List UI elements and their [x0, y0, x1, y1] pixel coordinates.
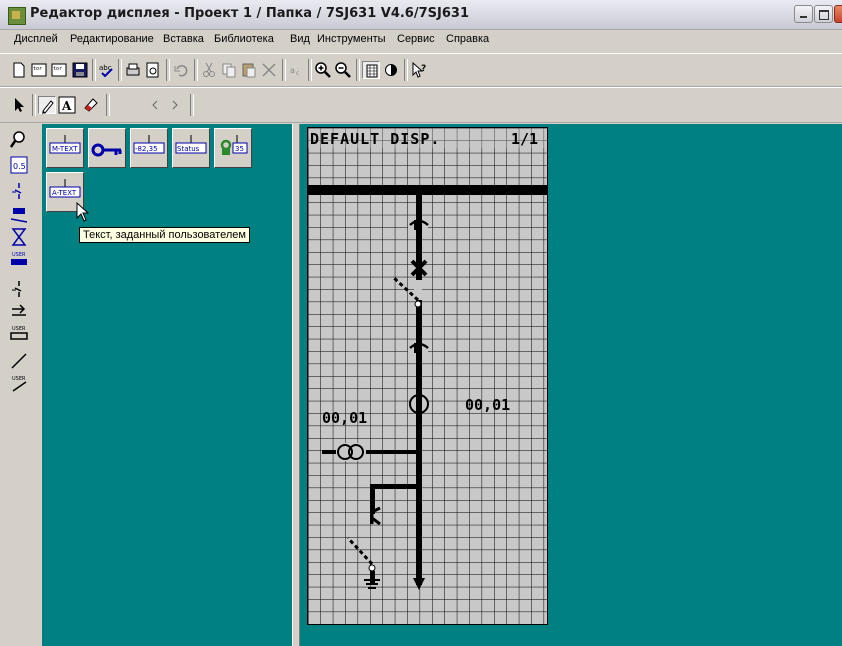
splitter[interactable]	[292, 124, 300, 646]
app-icon	[8, 7, 26, 25]
main-toolbar: tor tor abc ac ?	[0, 53, 842, 87]
menu-bar: Дисплей Редактирование Вставка Библиотек…	[0, 30, 842, 50]
copy-icon[interactable]	[220, 61, 238, 79]
svg-text:c: c	[296, 70, 299, 77]
text-tool-icon[interactable]: A	[58, 96, 76, 114]
grid-toggle-icon[interactable]	[362, 61, 380, 79]
contrast-icon[interactable]	[382, 61, 400, 79]
paste-icon[interactable]	[240, 61, 258, 79]
disconnector-mid	[408, 342, 429, 353]
lcd-header-left: DEFAULT DISP.	[310, 130, 440, 148]
draw-toolbar: A	[0, 87, 842, 123]
switch-symbol-icon[interactable]	[8, 180, 30, 202]
close-icon[interactable]	[834, 5, 842, 23]
svg-text:?: ?	[421, 64, 426, 74]
disconnector-symbol-icon[interactable]	[8, 278, 30, 300]
busbar	[308, 185, 547, 195]
app-window: Редактор дисплея - Проект 1 / Папка / 7S…	[0, 0, 842, 646]
eraser-icon[interactable]	[82, 96, 100, 114]
palette-status[interactable]: Status	[172, 128, 210, 168]
scroll-right-icon[interactable]	[166, 96, 184, 114]
palette-a-text-label: A-TEXT	[52, 189, 77, 197]
cut-icon[interactable]	[200, 61, 218, 79]
zoom-in-icon[interactable]	[314, 61, 332, 79]
undo-icon[interactable]	[172, 61, 190, 79]
mouse-cursor-icon	[76, 202, 90, 222]
new-display-icon[interactable]: tor	[30, 61, 48, 79]
disconnector-top	[408, 219, 429, 230]
user-symbol-3-icon[interactable]: USER	[8, 372, 30, 394]
zoom-level-box[interactable]: 0.5	[8, 154, 30, 176]
earth-branch	[370, 484, 420, 489]
lcd-display[interactable]: DEFAULT DISP. 1/1 00,01 00,01	[307, 127, 548, 625]
zoom-icon[interactable]	[8, 128, 30, 150]
zoom-level-label: 0.5	[13, 162, 26, 171]
select-arrow-icon[interactable]	[10, 96, 28, 114]
menu-help[interactable]: Справка	[446, 33, 489, 45]
lcd-header-right: 1/1	[511, 130, 538, 148]
open-display-icon[interactable]: tor	[50, 61, 68, 79]
palette-measured-value-label: -82,35	[135, 145, 158, 153]
palette-lock-value-label: 35	[235, 145, 244, 153]
minimize-icon[interactable]	[794, 5, 813, 23]
breaker-symbol-icon[interactable]	[8, 204, 30, 226]
user-label-1: USER	[12, 252, 26, 258]
pencil-icon[interactable]	[38, 96, 56, 114]
palette-status-label: Status	[177, 145, 200, 153]
window-title: Редактор дисплея - Проект 1 / Папка / 7S…	[30, 6, 469, 21]
context-help-icon[interactable]: ?	[410, 61, 428, 79]
zoom-out-icon[interactable]	[334, 61, 352, 79]
maximize-icon[interactable]	[814, 5, 833, 23]
hourglass-icon[interactable]	[8, 226, 30, 248]
print-icon[interactable]	[124, 61, 142, 79]
new-file-icon[interactable]	[10, 61, 28, 79]
feeder-line	[416, 185, 422, 585]
palette-m-text[interactable]: M-TEXT	[46, 128, 84, 168]
format-icon[interactable]: ac	[288, 61, 306, 79]
menu-insert[interactable]: Вставка	[163, 33, 204, 45]
palette-lock-value[interactable]: 35	[214, 128, 252, 168]
user-symbol-2-icon[interactable]: USER	[8, 322, 30, 344]
line-tool-icon[interactable]	[8, 350, 30, 372]
save-icon[interactable]	[71, 61, 89, 79]
menu-edit[interactable]: Редактирование	[70, 33, 154, 45]
svg-text:A: A	[61, 99, 72, 113]
menu-display[interactable]: Дисплей	[14, 33, 58, 45]
menu-tools[interactable]: Инструменты	[317, 33, 386, 45]
user-label-3: USER	[12, 376, 26, 382]
symbol-palette: M-TEXT -82,35 Status 35 A-TEXT	[42, 124, 292, 646]
menu-library[interactable]: Библиотека	[214, 33, 274, 45]
user-symbol-1-icon[interactable]: USER	[8, 248, 30, 270]
lcd-value-left: 00,01	[322, 409, 367, 427]
svg-text:tor: tor	[53, 66, 62, 72]
palette-key[interactable]	[88, 128, 126, 168]
left-toolbar: 0.5 USER USER USER	[6, 124, 34, 646]
scroll-left-icon[interactable]	[146, 96, 164, 114]
svg-text:a: a	[290, 66, 295, 75]
menu-service[interactable]: Сервис	[397, 33, 435, 45]
menu-view[interactable]: Вид	[290, 33, 310, 45]
svg-text:tor: tor	[33, 66, 42, 72]
key-icon	[91, 143, 122, 157]
lcd-value-right: 00,01	[465, 396, 510, 414]
arrows-symbol-icon[interactable]	[8, 300, 30, 322]
palette-measured-value[interactable]: -82,35	[130, 128, 168, 168]
title-bar[interactable]: Редактор дисплея - Проект 1 / Папка / 7S…	[0, 0, 842, 30]
print-preview-icon[interactable]	[144, 61, 162, 79]
delete-icon[interactable]	[260, 61, 278, 79]
tooltip: Текст, заданный пользователем	[79, 227, 250, 243]
user-label-2: USER	[12, 326, 26, 332]
spellcheck-icon[interactable]: abc	[98, 61, 116, 79]
palette-m-text-label: M-TEXT	[52, 145, 78, 153]
